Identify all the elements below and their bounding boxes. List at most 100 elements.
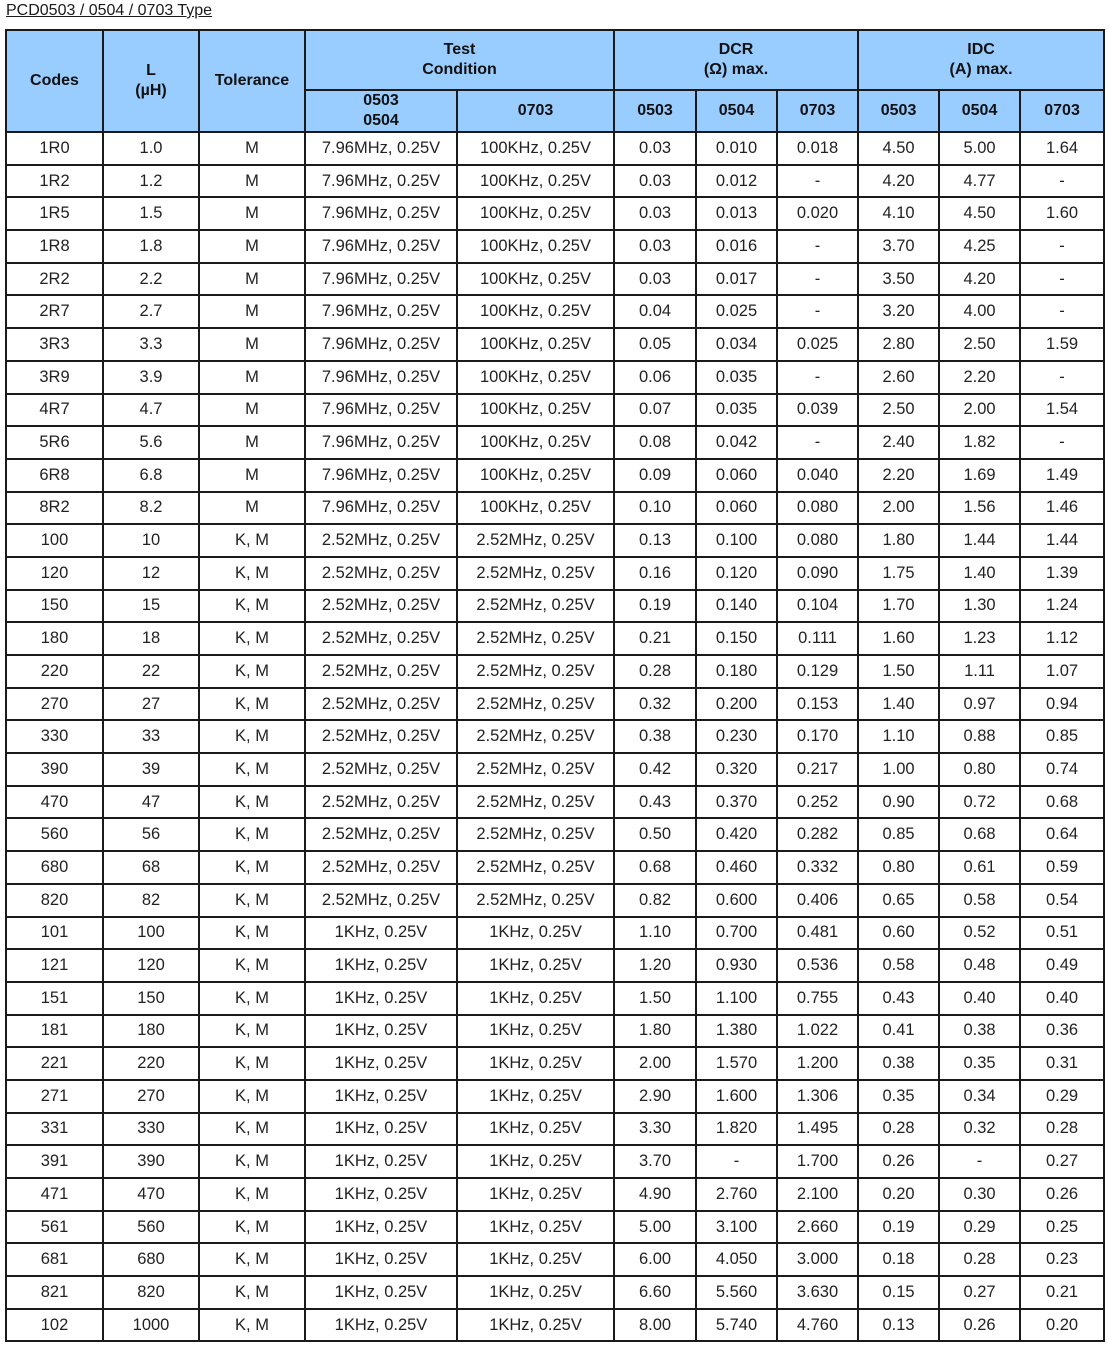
dcr-0703-cell: 0.282	[776, 817, 860, 853]
test-0503-0504-cell: 2.52MHz, 0.25V	[304, 686, 458, 722]
dcr-0703-cell: 1.306	[776, 1078, 860, 1114]
idc-0504-cell: 0.52	[938, 915, 1022, 951]
idc-0503-cell: 1.40	[857, 686, 941, 722]
idc-0504-cell: 4.50	[938, 196, 1022, 232]
idc-0703-cell: 1.39	[1019, 555, 1106, 591]
dcr-0703-cell: 1.200	[776, 1046, 860, 1081]
dcr-0503-cell: 6.00	[613, 1242, 698, 1278]
idc-0703-cell: 0.49	[1019, 948, 1106, 983]
code-cell: 820	[5, 882, 104, 918]
table-row: 471 470 K, M 1KHz, 0.25V 1KHz, 0.25V 4.90 2.76…	[5, 1177, 1106, 1212]
tolerance-cell: K, M	[198, 1177, 306, 1212]
code-cell: 151	[5, 980, 104, 1016]
inductance-cell: 270	[102, 1078, 200, 1114]
tolerance-cell: M	[198, 392, 306, 428]
code-cell: 270	[5, 686, 104, 722]
test-0503-0504-cell: 7.96MHz, 0.25V	[304, 196, 458, 232]
test-0703-cell: 2.52MHz, 0.25V	[455, 850, 616, 885]
test-0503-0504-cell: 7.96MHz, 0.25V	[304, 392, 458, 428]
table-row: 1R0 1.0 M 7.96MHz, 0.25V 100KHz, 0.25V 0.03 0.…	[5, 131, 1106, 166]
idc-0703-cell: 1.64	[1019, 131, 1106, 166]
code-cell: 3R9	[5, 359, 104, 395]
test-0503-0504-cell: 2.52MHz, 0.25V	[304, 588, 458, 624]
test-0703-cell: 1KHz, 0.25V	[455, 1242, 616, 1278]
idc-0503-cell: 0.15	[857, 1275, 941, 1310]
idc-0504-cell: 1.40	[938, 555, 1022, 591]
test-0503-0504-cell: 7.96MHz, 0.25V	[304, 490, 458, 526]
test-0703-cell: 100KHz, 0.25V	[455, 131, 616, 166]
tolerance-cell: K, M	[198, 882, 306, 918]
header-dcr-0503: 0503	[613, 89, 698, 133]
table-row: 561 560 K, M 1KHz, 0.25V 1KHz, 0.25V 5.00 3.10…	[5, 1209, 1106, 1245]
tolerance-cell: K, M	[198, 523, 306, 558]
idc-0504-cell: 4.77	[938, 163, 1022, 199]
idc-0703-cell: 0.54	[1019, 882, 1106, 918]
header-codes: Codes	[5, 29, 104, 133]
spec-table: Codes L (µH) Tolerance Test Condition DC…	[5, 29, 1106, 1343]
dcr-0504-cell: 0.012	[695, 163, 779, 199]
dcr-0703-cell: 0.252	[776, 784, 860, 820]
test-0503-0504-cell: 2.52MHz, 0.25V	[304, 817, 458, 853]
inductance-cell: 15	[102, 588, 200, 624]
table-row: 330 33 K, M 2.52MHz, 0.25V 2.52MHz, 0.25V 0.3…	[5, 719, 1106, 755]
idc-0703-cell: 0.51	[1019, 915, 1106, 951]
dcr-0503-cell: 0.03	[613, 229, 698, 264]
idc-0703-cell: 1.46	[1019, 490, 1106, 526]
idc-0504-cell: 4.25	[938, 229, 1022, 264]
test-0703-cell: 1KHz, 0.25V	[455, 980, 616, 1016]
dcr-0703-cell: 3.000	[776, 1242, 860, 1278]
header-test-0503: 0503	[363, 92, 399, 109]
idc-0504-cell: 0.32	[938, 1111, 1022, 1147]
table-row: 6R8 6.8 M 7.96MHz, 0.25V 100KHz, 0.25V 0.09 0.…	[5, 457, 1106, 493]
code-cell: 180	[5, 621, 104, 656]
idc-0703-cell: 1.49	[1019, 457, 1106, 493]
dcr-0503-cell: 4.90	[613, 1177, 698, 1212]
idc-0703-cell: 0.59	[1019, 850, 1106, 885]
inductance-cell: 180	[102, 1013, 200, 1049]
header-idc-0504: 0504	[938, 89, 1022, 133]
idc-0503-cell: 0.13	[857, 1307, 941, 1343]
idc-0703-cell: 0.36	[1019, 1013, 1106, 1049]
idc-0504-cell: 4.00	[938, 294, 1022, 330]
table-row: 560 56 K, M 2.52MHz, 0.25V 2.52MHz, 0.25V 0.5…	[5, 817, 1106, 853]
idc-0703-cell: 1.59	[1019, 327, 1106, 362]
test-0503-0504-cell: 2.52MHz, 0.25V	[304, 621, 458, 656]
table-row: 3R9 3.9 M 7.96MHz, 0.25V 100KHz, 0.25V 0.06 0.…	[5, 359, 1106, 395]
test-0703-cell: 100KHz, 0.25V	[455, 196, 616, 232]
header-dcr-0504: 0504	[695, 89, 779, 133]
code-cell: 391	[5, 1144, 104, 1179]
tolerance-cell: K, M	[198, 1209, 306, 1245]
idc-0503-cell: 4.20	[857, 163, 941, 199]
idc-0504-cell: 1.44	[938, 523, 1022, 558]
tolerance-cell: M	[198, 457, 306, 493]
dcr-0703-cell: 0.170	[776, 719, 860, 755]
test-0703-cell: 2.52MHz, 0.25V	[455, 817, 616, 853]
tolerance-cell: K, M	[198, 817, 306, 853]
tolerance-cell: M	[198, 229, 306, 264]
inductance-cell: 82	[102, 882, 200, 918]
inductance-cell: 820	[102, 1275, 200, 1310]
table-row: 181 180 K, M 1KHz, 0.25V 1KHz, 0.25V 1.80 1.38…	[5, 1013, 1106, 1049]
test-0703-cell: 2.52MHz, 0.25V	[455, 784, 616, 820]
inductance-cell: 3.9	[102, 359, 200, 395]
code-cell: 471	[5, 1177, 104, 1212]
test-0703-cell: 1KHz, 0.25V	[455, 1177, 616, 1212]
dcr-0503-cell: 0.82	[613, 882, 698, 918]
dcr-0504-cell: 0.180	[695, 654, 779, 689]
idc-0703-cell: 1.07	[1019, 654, 1106, 689]
dcr-0703-cell: 0.153	[776, 686, 860, 722]
dcr-0504-cell: 0.025	[695, 294, 779, 330]
idc-0504-cell: 2.00	[938, 392, 1022, 428]
idc-0503-cell: 3.20	[857, 294, 941, 330]
code-cell: 4R7	[5, 392, 104, 428]
inductance-cell: 6.8	[102, 457, 200, 493]
inductance-cell: 18	[102, 621, 200, 656]
dcr-0504-cell: 0.016	[695, 229, 779, 264]
dcr-0703-cell: 0.332	[776, 850, 860, 885]
dcr-0504-cell: 0.230	[695, 719, 779, 755]
test-0703-cell: 1KHz, 0.25V	[455, 1078, 616, 1114]
tolerance-cell: K, M	[198, 1078, 306, 1114]
test-0503-0504-cell: 7.96MHz, 0.25V	[304, 359, 458, 395]
idc-0703-cell: 0.26	[1019, 1177, 1106, 1212]
test-0703-cell: 100KHz, 0.25V	[455, 392, 616, 428]
